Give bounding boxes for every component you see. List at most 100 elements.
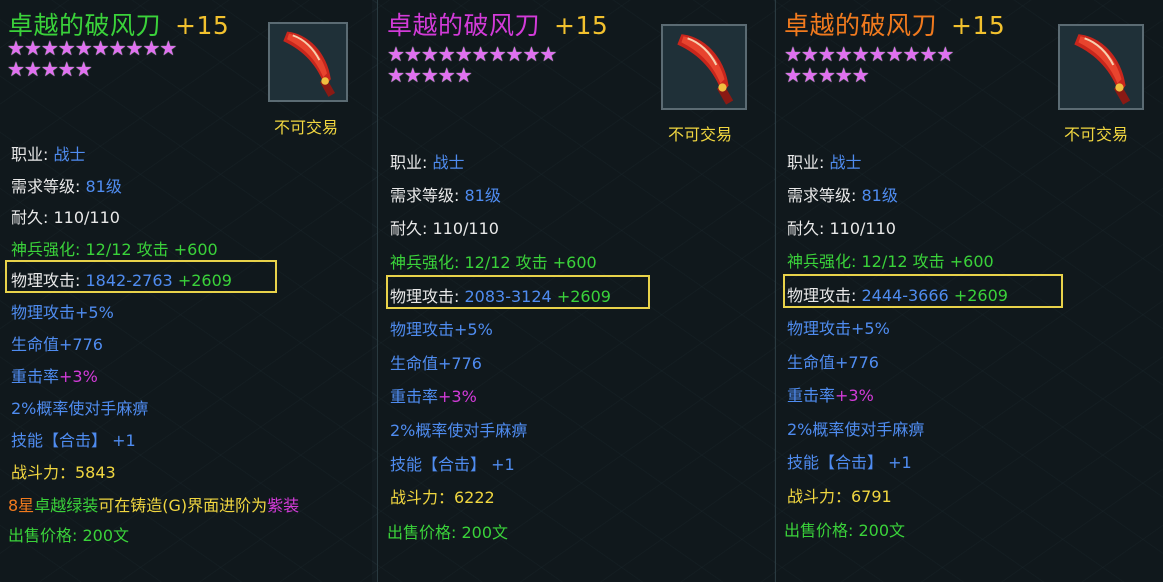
phys-attack-bonus: +2609 (556, 287, 611, 306)
note-purple-gear: 紫装 (267, 496, 300, 515)
job-value: 战士 (432, 153, 465, 172)
skill-row: 技能【合击】 +1 (390, 451, 515, 475)
item-name: 卓越的破风刀 (387, 11, 541, 40)
star-rating: ★★★★★★★★★★ ★★★★★ (784, 44, 999, 86)
job-label: 职业: (390, 153, 428, 172)
skill-value: +1 (888, 453, 912, 472)
bonus-stun: 2%概率使对手麻痹 (11, 399, 149, 418)
untradable-label: 不可交易 (1064, 125, 1129, 144)
durability-label: 耐久: (390, 219, 428, 238)
level-value: 81级 (861, 186, 898, 205)
phys-attack-row: 物理攻击: 1842-2763 +2609 (11, 267, 232, 291)
bonus-stun: 2%概率使对手麻痹 (390, 421, 528, 440)
bonus-stun: 2%概率使对手麻痹 (787, 420, 925, 439)
bonus-crit-label: 重击率 (787, 386, 836, 405)
refine-row: 神兵强化: 12/12 攻击 +600 (787, 252, 994, 271)
phys-attack-value: 2444-3666 (861, 286, 949, 305)
level-label: 需求等级: (390, 186, 460, 205)
refine-row: 神兵强化: 12/12 攻击 +600 (11, 240, 218, 259)
phys-attack-bonus: +2609 (177, 271, 232, 290)
bonus-hp: 生命值+776 (390, 354, 482, 373)
bonus-crit-label: 重击率 (11, 367, 60, 386)
durability-label: 耐久: (11, 208, 49, 227)
job-value: 战士 (53, 145, 86, 164)
star-row-2: ★★★★★ (387, 63, 473, 87)
phys-attack-label: 物理攻击: (390, 287, 460, 306)
item-title: 卓越的破风刀 +15 (387, 6, 608, 42)
bonus-crit-value: +3% (835, 386, 874, 405)
note-upgrade-text: 可在铸造(G)界面进阶为 (98, 496, 268, 515)
durability-row: 耐久: 110/110 (11, 204, 120, 228)
enhance-level: +15 (951, 11, 1006, 40)
refine-row: 神兵强化: 12/12 攻击 +600 (390, 253, 597, 272)
durability-value: 110/110 (53, 208, 120, 227)
phys-attack-row: 物理攻击: 2083-3124 +2609 (390, 283, 611, 307)
untradable-label: 不可交易 (274, 118, 339, 137)
star-row-1: ★★★★★★★★★★ (387, 42, 557, 66)
bonus-phys-attack: 物理攻击+5% (787, 319, 890, 338)
item-tooltip-panel-3: 卓越的破风刀 +15 ★★★★★★★★★★ ★★★★★ 不可交易 职业: 战士 需… (775, 0, 1163, 582)
item-title: 卓越的破风刀 +15 (784, 6, 1005, 42)
item-tooltip-panel-2: 卓越的破风刀 +15 ★★★★★★★★★★ ★★★★★ 不可交易 职业: 战士 需… (377, 0, 774, 582)
job-value: 战士 (829, 153, 862, 172)
job-row: 职业: 战士 (11, 141, 86, 165)
bonus-hp: 生命值+776 (787, 353, 879, 372)
note-star-count: 8星 (8, 496, 35, 515)
job-label: 职业: (787, 153, 825, 172)
bonus-hp: 生命值+776 (11, 335, 103, 354)
red-blade-weapon-icon (268, 22, 348, 102)
bonus-crit-value: +3% (59, 367, 98, 386)
bonus-crit: 重击率+3% (390, 383, 477, 407)
job-row: 职业: 战士 (390, 149, 465, 173)
sell-price: 出售价格: 200文 (8, 526, 130, 545)
star-row-2: ★★★★★ (784, 63, 870, 87)
skill-label: 技能【合击】 (390, 455, 487, 474)
enhance-level: +15 (175, 11, 230, 40)
star-row-1: ★★★★★★★★★★ (7, 36, 177, 60)
bonus-phys-attack: 物理攻击+5% (390, 320, 493, 339)
skill-value: +1 (112, 431, 136, 450)
bonus-phys-attack: 物理攻击+5% (11, 303, 114, 322)
red-blade-weapon-icon (661, 24, 747, 110)
job-label: 职业: (11, 145, 49, 164)
durability-value: 110/110 (432, 219, 499, 238)
star-row-1: ★★★★★★★★★★ (784, 42, 954, 66)
bonus-crit: 重击率+3% (11, 363, 98, 387)
phys-attack-value: 1842-2763 (85, 271, 173, 290)
combat-power: 战斗力：6791 (787, 487, 892, 506)
combat-power: 战斗力：6222 (390, 488, 495, 507)
star-rating: ★★★★★★★★★★ ★★★★★ (387, 44, 602, 86)
level-label: 需求等级: (11, 177, 81, 196)
skill-row: 技能【合击】 +1 (11, 427, 136, 451)
upgrade-note: 8星卓越绿装可在铸造(G)界面进阶为紫装 (8, 492, 299, 516)
level-value: 81级 (464, 186, 501, 205)
durability-label: 耐久: (787, 219, 825, 238)
bonus-crit-label: 重击率 (390, 387, 439, 406)
level-label: 需求等级: (787, 186, 857, 205)
untradable-label: 不可交易 (668, 125, 733, 144)
star-rating: ★★★★★★★★★★ ★★★★★ (7, 38, 222, 80)
level-row: 需求等级: 81级 (787, 182, 898, 206)
phys-attack-label: 物理攻击: (787, 286, 857, 305)
durability-row: 耐久: 110/110 (390, 215, 499, 239)
bonus-crit: 重击率+3% (787, 382, 874, 406)
bonus-crit-value: +3% (438, 387, 477, 406)
phys-attack-label: 物理攻击: (11, 271, 81, 290)
note-green-gear: 卓越绿装 (34, 496, 99, 515)
skill-value: +1 (491, 455, 515, 474)
sell-price: 出售价格: 200文 (784, 521, 906, 540)
level-row: 需求等级: 81级 (390, 182, 501, 206)
phys-attack-value: 2083-3124 (464, 287, 552, 306)
star-row-2: ★★★★★ (7, 57, 93, 81)
job-row: 职业: 战士 (787, 149, 862, 173)
sell-price: 出售价格: 200文 (387, 523, 509, 542)
level-row: 需求等级: 81级 (11, 173, 122, 197)
skill-label: 技能【合击】 (787, 453, 884, 472)
phys-attack-bonus: +2609 (953, 286, 1008, 305)
enhance-level: +15 (554, 11, 609, 40)
item-tooltip-panel-1: 卓越的破风刀 +15 ★★★★★★★★★★ ★★★★★ 不可交易 职业: 战士 需… (0, 0, 372, 582)
skill-row: 技能【合击】 +1 (787, 449, 912, 473)
skill-label: 技能【合击】 (11, 431, 108, 450)
red-blade-weapon-icon (1058, 24, 1144, 110)
combat-power: 战斗力：5843 (11, 463, 116, 482)
